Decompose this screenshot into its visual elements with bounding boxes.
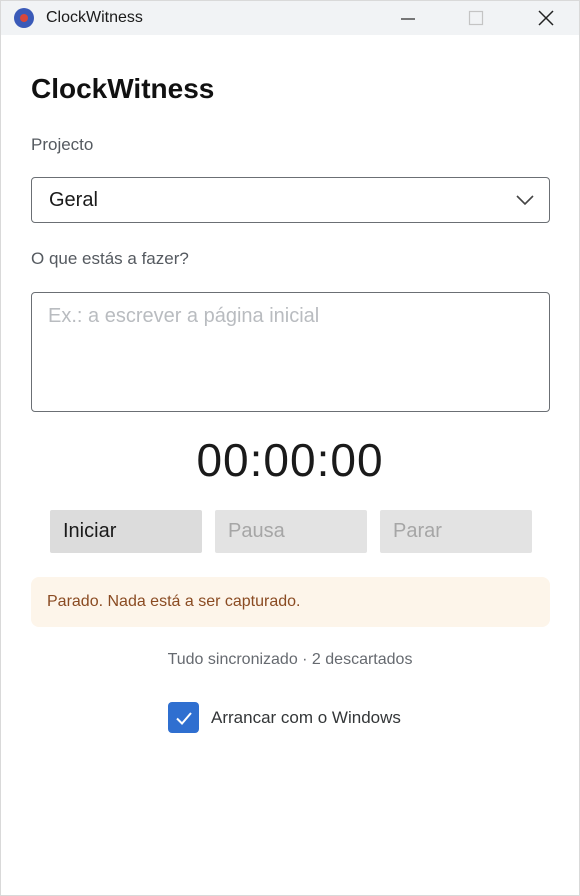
status-message: Parado. Nada está a ser capturado. (47, 593, 301, 610)
timer-display: 00:00:00 (196, 434, 384, 486)
pause-button[interactable]: Pausa (215, 510, 367, 553)
maximize-icon (468, 10, 484, 26)
project-label: Projecto (31, 135, 94, 154)
task-label: O que estás a fazer? (31, 249, 189, 268)
project-selected-value: Geral (49, 188, 98, 211)
minimize-icon (401, 18, 415, 20)
maximize-button[interactable] (443, 1, 509, 35)
startup-checkbox[interactable] (168, 702, 199, 733)
startup-checkbox-row[interactable]: Arrancar com o Windows (168, 702, 401, 733)
stop-button[interactable]: Parar (380, 510, 532, 553)
close-icon (538, 10, 554, 26)
status-banner: Parado. Nada está a ser capturado. (31, 577, 550, 627)
start-button[interactable]: Iniciar (50, 510, 202, 553)
app-window: ClockWitness ClockWitness Projecto Geral… (0, 0, 580, 896)
check-icon (175, 711, 192, 725)
minimize-button[interactable] (375, 1, 441, 35)
title-bar[interactable]: ClockWitness (1, 1, 579, 35)
chevron-down-icon (516, 195, 534, 206)
project-select[interactable]: Geral (31, 177, 550, 223)
app-heading: ClockWitness (31, 73, 215, 104)
task-input[interactable] (31, 292, 550, 412)
record-dot-icon (14, 8, 34, 28)
sync-status: Tudo sincronizado · 2 descartados (167, 651, 413, 668)
startup-checkbox-label: Arrancar com o Windows (211, 707, 401, 727)
close-button[interactable] (513, 1, 579, 35)
window-title: ClockWitness (46, 9, 143, 26)
